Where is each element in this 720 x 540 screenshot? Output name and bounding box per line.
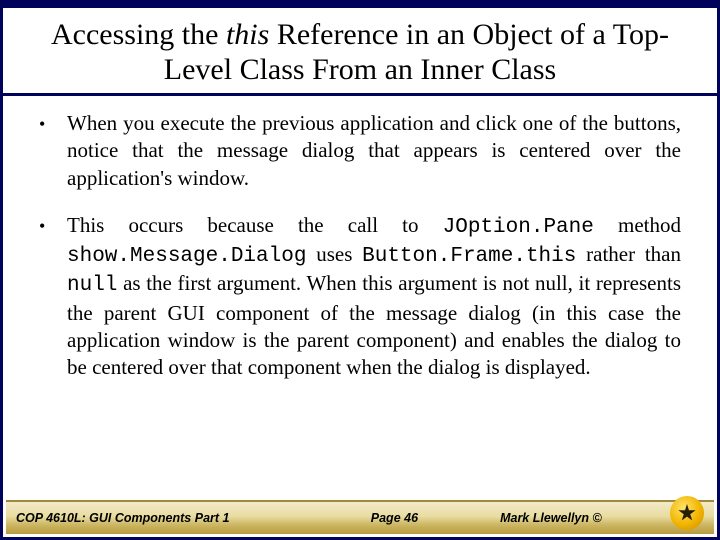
title-pre: Accessing the xyxy=(51,18,226,51)
bullet-text: This occurs because the call to JOption.… xyxy=(67,212,681,382)
slide: Accessing the this Reference in an Objec… xyxy=(0,0,720,540)
code-span: show.Message.Dialog xyxy=(67,245,306,268)
footer-right: Mark Llewellyn © xyxy=(470,511,704,525)
text-span: rather than xyxy=(576,242,681,266)
text-span: method xyxy=(594,213,681,237)
bullet-dot: • xyxy=(39,212,67,382)
slide-footer: COP 4610L: GUI Components Part 1 Page 46… xyxy=(6,500,714,534)
slide-content: • When you execute the previous applicat… xyxy=(3,96,717,382)
bullet-text: When you execute the previous applicatio… xyxy=(67,110,681,192)
code-span: Button.Frame.this xyxy=(362,245,576,268)
code-span: JOption.Pane xyxy=(443,216,594,239)
footer-left: COP 4610L: GUI Components Part 1 xyxy=(16,511,319,525)
title-italic: this xyxy=(226,18,269,51)
pegasus-icon xyxy=(678,504,696,522)
slide-title: Accessing the this Reference in an Objec… xyxy=(3,8,717,96)
footer-center: Page 46 xyxy=(319,511,470,525)
text-span: as the first argument. When this argumen… xyxy=(67,271,681,379)
text-span: This occurs because the call to xyxy=(67,213,443,237)
bullet-dot: • xyxy=(39,110,67,192)
code-span: null xyxy=(67,274,117,297)
bullet-item: • This occurs because the call to JOptio… xyxy=(39,212,681,382)
text-span: uses xyxy=(306,242,362,266)
bullet-item: • When you execute the previous applicat… xyxy=(39,110,681,192)
ucf-logo-icon xyxy=(670,496,704,530)
